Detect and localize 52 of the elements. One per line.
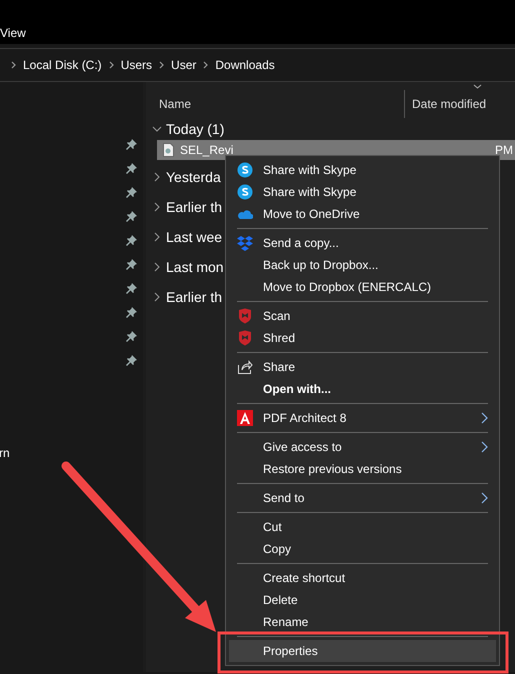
menu-item[interactable]: Shred — [229, 327, 496, 349]
box-icon — [237, 235, 253, 251]
group-header: Yesterda — [166, 168, 221, 186]
date-text: PM — [495, 142, 513, 159]
chevron-icon[interactable] — [152, 124, 162, 134]
shield-icon — [237, 330, 253, 346]
circle-logo-icon — [237, 184, 253, 200]
chevron-icon[interactable] — [152, 202, 162, 212]
breadcrumb-item[interactable]: Local Disk (C:) — [23, 56, 102, 74]
menu-item[interactable]: Move to Dropbox (ENERCALC) — [229, 276, 496, 298]
menu-item[interactable]: PDF Architect 8 — [229, 407, 496, 429]
menu-item[interactable]: Create shortcut — [229, 567, 496, 589]
menu-item[interactable]: Rename — [229, 611, 496, 633]
group-header: Last mon — [166, 258, 224, 276]
address-bar[interactable]: Local Disk (C:) Users User Downloads — [0, 48, 515, 82]
group-header: Earlier th — [166, 198, 222, 216]
breadcrumb-item[interactable]: Users — [120, 56, 152, 74]
menu-item[interactable]: Send to — [229, 487, 496, 509]
menu-item[interactable]: Properties — [229, 640, 496, 662]
menu-item[interactable]: View — [0, 26, 26, 40]
group-header: Today (1) — [166, 120, 224, 139]
chevron-icon[interactable] — [152, 292, 162, 302]
menu-item[interactable]: Give access to — [229, 436, 496, 458]
menu-item[interactable]: Share with Skype — [229, 159, 496, 181]
app-logo-icon — [237, 410, 253, 426]
menu-item[interactable]: Copy — [229, 538, 496, 560]
chevron-icon[interactable] — [152, 232, 162, 242]
chevron-icon[interactable] — [152, 172, 162, 182]
group-header: Earlier th — [166, 288, 222, 306]
menu-item[interactable]: Cut — [229, 516, 496, 538]
menu-item[interactable]: Open with... — [229, 378, 496, 400]
menu-item[interactable]: Delete — [229, 589, 496, 611]
nav-item-text[interactable]: rn — [0, 444, 143, 462]
column-header[interactable]: Date modified — [404, 90, 486, 118]
sort-caret-icon — [473, 84, 482, 89]
breadcrumb-item[interactable]: User — [171, 56, 196, 74]
menu-item[interactable]: Back up to Dropbox... — [229, 254, 496, 276]
document-icon — [163, 143, 174, 157]
share-icon — [237, 359, 253, 375]
group-header: Last wee — [166, 228, 222, 246]
chevron-icon[interactable] — [152, 262, 162, 272]
column-header[interactable]: Name — [146, 95, 404, 113]
menu-item[interactable]: Restore previous versions — [229, 458, 496, 480]
file-name: SEL_Revi — [180, 142, 234, 159]
menu-item[interactable]: Scan — [229, 305, 496, 327]
breadcrumb-item[interactable]: Downloads — [215, 56, 275, 74]
menu-item[interactable]: Share with Skype — [229, 181, 496, 203]
menu-item[interactable]: Move to OneDrive — [229, 203, 496, 225]
menu-item[interactable]: Send a copy... — [229, 232, 496, 254]
shield-icon — [237, 308, 253, 324]
circle-logo-icon — [237, 162, 253, 178]
menu-item[interactable]: Share — [229, 356, 496, 378]
